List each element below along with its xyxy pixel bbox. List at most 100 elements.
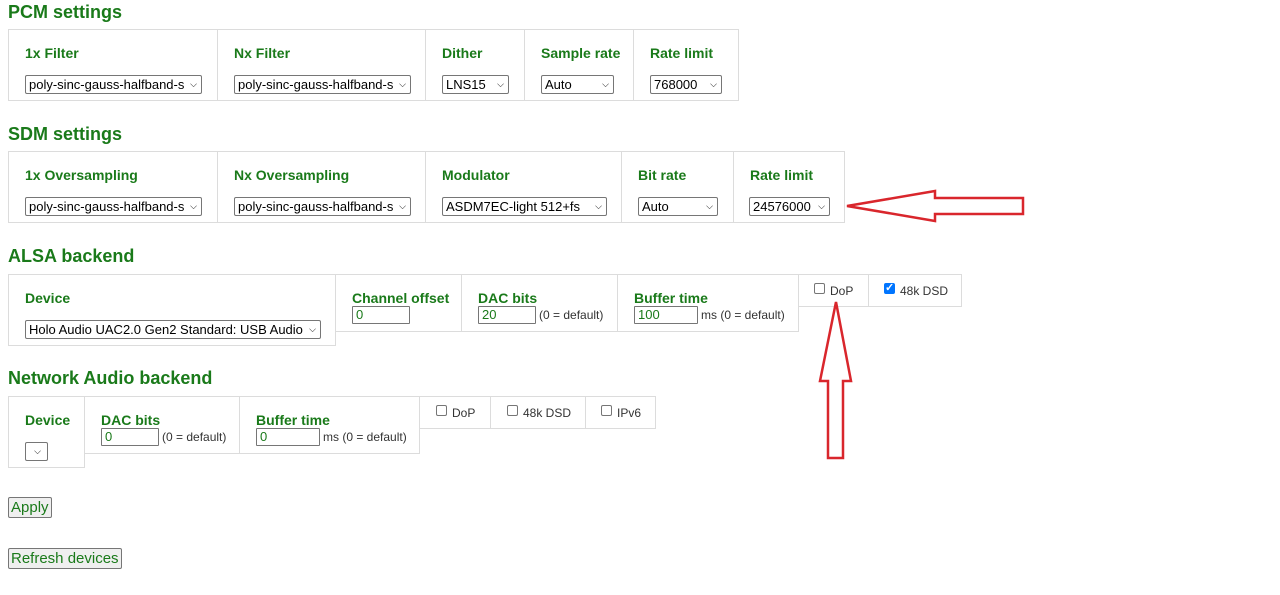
pcm-filterNx-cell: Nx Filter poly-sinc-gauss-halfband-s ⌵ <box>217 29 426 101</box>
pcm-filterNx-value: poly-sinc-gauss-halfband-s <box>238 77 394 92</box>
sdm-bit-rate-label: Bit rate <box>638 167 687 183</box>
chevron-down-icon: ⌵ <box>309 324 316 334</box>
sdm-oversampling1x-select[interactable]: poly-sinc-gauss-halfband-s ⌵ <box>25 197 202 216</box>
network-dop-label: DoP <box>452 406 476 420</box>
alsa-device-select[interactable]: Holo Audio UAC2.0 Gen2 Standard: USB Aud… <box>25 320 321 339</box>
alsa-device-value: Holo Audio UAC2.0 Gen2 Standard: USB Aud… <box>29 322 303 337</box>
sdm-oversampling1x-label: 1x Oversampling <box>25 167 138 183</box>
network-ipv6-checkbox[interactable] <box>601 405 612 416</box>
pcm-filterNx-select[interactable]: poly-sinc-gauss-halfband-s ⌵ <box>234 75 411 94</box>
alsa-channel-offset-cell: Channel offset 0 <box>335 274 462 332</box>
sdm-bit-rate-cell: Bit rate Auto ⌵ <box>621 151 734 223</box>
chevron-down-icon: ⌵ <box>710 79 717 89</box>
sdm-bit-rate-select[interactable]: Auto ⌵ <box>638 197 718 216</box>
alsa-dop-checkbox[interactable] <box>814 283 825 294</box>
alsa-channel-offset-input[interactable]: 0 <box>352 306 410 324</box>
network-dac-bits-label: DAC bits <box>101 412 161 428</box>
sdm-oversamplingNx-value: poly-sinc-gauss-halfband-s <box>238 199 394 214</box>
sdm-settings-title: SDM settings <box>8 124 123 144</box>
pcm-sample-rate-cell: Sample rate Auto ⌵ <box>524 29 634 101</box>
alsa-dac-bits-label: DAC bits <box>478 290 538 306</box>
chevron-down-icon: ⌵ <box>34 446 41 456</box>
alsa-buffer-time-cell: Buffer time 100 ms (0 = default) <box>617 274 799 332</box>
network-device-select[interactable]: ⌵ <box>25 442 48 461</box>
sdm-modulator-select[interactable]: ASDM7EC-light 512+fs ⌵ <box>442 197 607 216</box>
pcm-rate-limit-label: Rate limit <box>650 45 714 61</box>
pcm-sample-rate-value: Auto <box>545 77 572 92</box>
pcm-rate-limit-cell: Rate limit 768000 ⌵ <box>633 29 739 101</box>
sdm-rate-limit-label: Rate limit <box>750 167 814 183</box>
sdm-rate-limit-cell: Rate limit 24576000 ⌵ <box>733 151 845 223</box>
chevron-down-icon: ⌵ <box>706 201 713 211</box>
sdm-modulator-label: Modulator <box>442 167 510 183</box>
alsa-device-label: Device <box>25 290 71 306</box>
network-48k-dsd-label: 48k DSD <box>523 406 572 420</box>
pcm-dither-cell: Dither LNS15 ⌵ <box>425 29 525 101</box>
chevron-down-icon: ⌵ <box>818 201 825 211</box>
alsa-dac-bits-input[interactable]: 20 <box>478 306 536 324</box>
alsa-backend-title: ALSA backend <box>8 246 135 266</box>
right-pointing-arrow-icon <box>846 189 1025 223</box>
chevron-down-icon: ⌵ <box>399 79 406 89</box>
pcm-filter1x-label: 1x Filter <box>25 45 79 61</box>
alsa-48k-dsd-checkbox[interactable] <box>884 281 895 294</box>
pcm-sample-rate-label: Sample rate <box>541 45 621 61</box>
sdm-bit-rate-value: Auto <box>642 199 669 214</box>
pcm-rate-limit-select[interactable]: 768000 ⌵ <box>650 75 722 94</box>
pcm-filter1x-cell: 1x Filter poly-sinc-gauss-halfband-s ⌵ <box>8 29 218 101</box>
network-ipv6-cell: IPv6 <box>585 396 656 429</box>
sdm-modulator-value: ASDM7EC-light 512+fs <box>446 199 581 214</box>
network-48k-dsd-cell: 48k DSD <box>490 396 586 429</box>
network-ipv6-label: IPv6 <box>617 406 642 420</box>
pcm-sample-rate-select[interactable]: Auto ⌵ <box>541 75 614 94</box>
alsa-buffer-time-label: Buffer time <box>634 290 708 306</box>
sdm-modulator-cell: Modulator ASDM7EC-light 512+fs ⌵ <box>425 151 622 223</box>
network-backend-title: Network Audio backend <box>8 368 213 388</box>
pcm-filter1x-select[interactable]: poly-sinc-gauss-halfband-s ⌵ <box>25 75 202 94</box>
chevron-down-icon: ⌵ <box>190 79 197 89</box>
alsa-48k-dsd-label: 48k DSD <box>900 284 949 298</box>
network-dop-checkbox[interactable] <box>436 405 447 416</box>
alsa-48k-dsd-cell: 48k DSD <box>868 274 962 307</box>
chevron-down-icon: ⌵ <box>602 79 609 89</box>
refresh-devices-button[interactable]: Refresh devices <box>8 548 122 569</box>
pcm-dither-select[interactable]: LNS15 ⌵ <box>442 75 509 94</box>
alsa-dop-label: DoP <box>830 284 854 298</box>
network-buffer-time-cell: Buffer time 0 ms (0 = default) <box>239 396 420 454</box>
network-48k-dsd-checkbox[interactable] <box>507 405 518 416</box>
chevron-down-icon: ⌵ <box>497 79 504 89</box>
alsa-channel-offset-label: Channel offset <box>352 290 450 306</box>
chevron-down-icon: ⌵ <box>399 201 406 211</box>
alsa-dac-bits-cell: DAC bits 20 (0 = default) <box>461 274 618 332</box>
network-dac-bits-note: (0 = default) <box>162 430 227 444</box>
network-device-cell: Device ⌵ <box>8 396 85 468</box>
pcm-filterNx-label: Nx Filter <box>234 45 291 61</box>
pcm-filter1x-value: poly-sinc-gauss-halfband-s <box>29 77 185 92</box>
alsa-device-cell: Device Holo Audio UAC2.0 Gen2 Standard: … <box>8 274 336 346</box>
up-pointing-arrow-icon <box>818 301 853 460</box>
network-buffer-time-input[interactable]: 0 <box>256 428 320 446</box>
alsa-buffer-time-note: ms (0 = default) <box>701 308 785 322</box>
pcm-settings-title: PCM settings <box>8 2 123 22</box>
sdm-rate-limit-value: 24576000 <box>753 199 811 214</box>
sdm-oversampling1x-cell: 1x Oversampling poly-sinc-gauss-halfband… <box>8 151 218 223</box>
network-buffer-time-label: Buffer time <box>256 412 330 428</box>
sdm-rate-limit-select[interactable]: 24576000 ⌵ <box>749 197 830 216</box>
sdm-oversamplingNx-cell: Nx Oversampling poly-sinc-gauss-halfband… <box>217 151 426 223</box>
pcm-dither-value: LNS15 <box>446 77 486 92</box>
sdm-oversamplingNx-select[interactable]: poly-sinc-gauss-halfband-s ⌵ <box>234 197 411 216</box>
sdm-oversampling1x-value: poly-sinc-gauss-halfband-s <box>29 199 185 214</box>
apply-button[interactable]: Apply <box>8 497 52 518</box>
network-device-label: Device <box>25 412 71 428</box>
chevron-down-icon: ⌵ <box>595 201 602 211</box>
pcm-rate-limit-value: 768000 <box>654 77 698 92</box>
alsa-dop-cell: DoP <box>798 274 869 307</box>
sdm-oversamplingNx-label: Nx Oversampling <box>234 167 350 183</box>
chevron-down-icon: ⌵ <box>190 201 197 211</box>
alsa-buffer-time-input[interactable]: 100 <box>634 306 698 324</box>
network-buffer-time-note: ms (0 = default) <box>323 430 407 444</box>
alsa-dac-bits-note: (0 = default) <box>539 308 604 322</box>
network-dop-cell: DoP <box>419 396 491 429</box>
network-dac-bits-input[interactable]: 0 <box>101 428 159 446</box>
network-dac-bits-cell: DAC bits 0 (0 = default) <box>84 396 240 454</box>
